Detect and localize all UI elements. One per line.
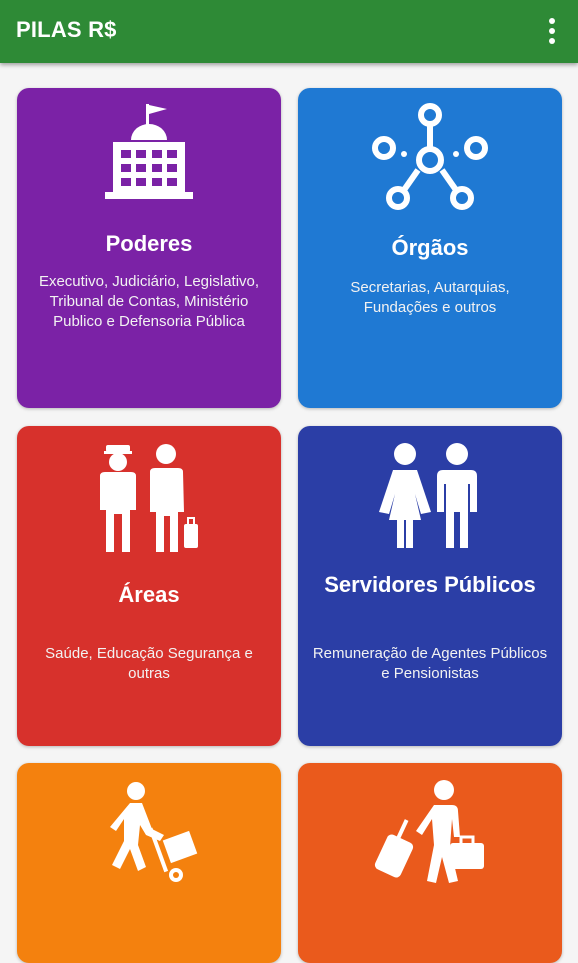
card-areas[interactable]: Áreas Saúde, Educação Segurança e outras <box>17 426 281 746</box>
card-title: Áreas <box>118 582 180 607</box>
card-servidores[interactable]: Servidores Públicos Remuneração de Agent… <box>298 426 562 746</box>
card-description: Saúde, Educação Segurança e outras <box>45 645 253 682</box>
traveler-luggage-icon <box>374 780 484 883</box>
card-description: Executivo, Judiciário, Legislativo, Trib… <box>38 273 260 330</box>
app-bar: PILAS R$ <box>0 0 578 63</box>
card-title: Poderes <box>105 231 193 256</box>
card-6[interactable] <box>298 763 562 963</box>
card-poderes[interactable]: Poderes Executivo, Judiciário, Legislati… <box>17 88 281 408</box>
network-icon <box>372 103 488 210</box>
card-description: Remuneração de Agentes Públicos e Pensio… <box>312 645 548 682</box>
workers-icon <box>100 444 198 552</box>
overflow-menu-icon[interactable] <box>540 14 564 48</box>
card-title: Órgãos <box>391 235 469 260</box>
app-title: PILAS R$ <box>16 17 117 42</box>
card-title: Servidores Públicos <box>324 572 536 597</box>
card-5[interactable] <box>17 763 281 963</box>
people-icon <box>379 443 477 548</box>
card-orgaos[interactable]: Órgãos Secretarias, Autarquias, Fundaçõe… <box>298 88 562 408</box>
government-building-icon <box>105 104 193 199</box>
hand-truck-icon <box>110 782 198 882</box>
card-description: Secretarias, Autarquias, Fundações e out… <box>350 279 510 316</box>
